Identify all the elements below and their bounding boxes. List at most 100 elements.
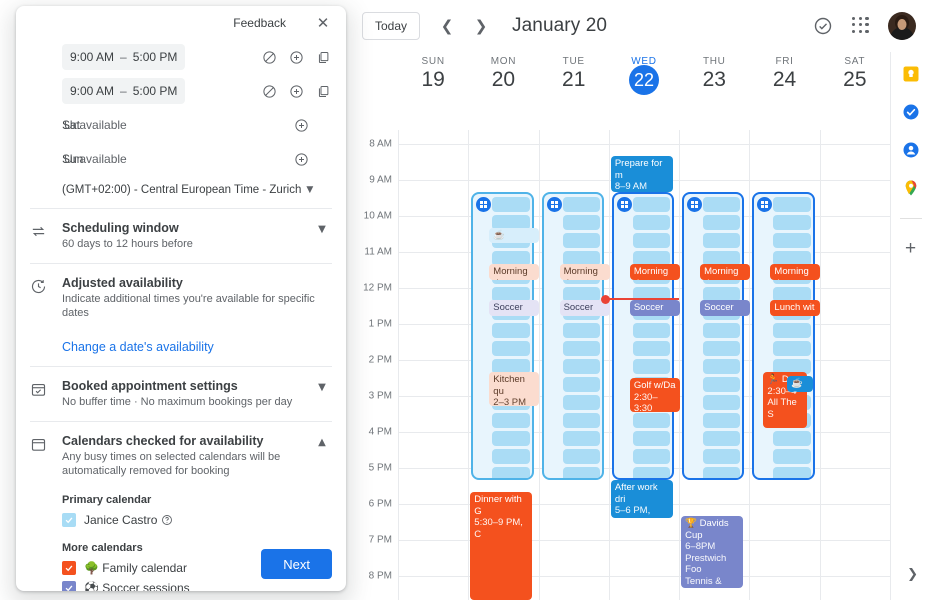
check-circle-icon[interactable]	[812, 15, 834, 37]
checkbox-primary-calendar[interactable]	[62, 513, 76, 527]
change-date-availability-link[interactable]: Change a date's availability	[16, 332, 346, 366]
appointment-slot[interactable]	[632, 449, 671, 464]
next-button[interactable]: Next	[261, 549, 332, 579]
calendar-item-soccer[interactable]: ⚽ Soccer sessions	[16, 578, 346, 591]
day-header[interactable]: MON 20	[468, 52, 538, 104]
today-button[interactable]: Today	[362, 11, 421, 40]
time-range-thu[interactable]: 9:00 AM – 5:00 PM	[62, 44, 186, 70]
appointment-slot[interactable]	[632, 467, 671, 478]
appointment-slot[interactable]	[703, 395, 741, 410]
calendar-event[interactable]: Prepare for m 8–9 AM	[610, 156, 673, 192]
appointment-slot[interactable]	[703, 431, 741, 446]
apps-grid-icon[interactable]	[852, 16, 870, 35]
appointment-slot[interactable]	[703, 323, 741, 338]
timezone-selector[interactable]: (GMT+02:00) - Central European Time - Zu…	[16, 176, 346, 208]
appointment-schedule-column[interactable]	[682, 192, 745, 480]
help-circle-icon[interactable]	[161, 514, 173, 526]
checkbox-family-calendar[interactable]	[62, 561, 76, 575]
appointment-schedule-column[interactable]	[611, 192, 675, 480]
keep-icon[interactable]	[901, 64, 921, 84]
tasks-icon[interactable]	[901, 102, 921, 122]
calendar-event[interactable]: Morning d	[629, 264, 680, 280]
appointment-slot[interactable]	[562, 467, 600, 478]
chevron-down-icon[interactable]: ▼	[312, 221, 332, 251]
calendar-event[interactable]: Morning d	[770, 264, 821, 280]
maps-icon[interactable]	[901, 178, 921, 198]
close-icon[interactable]: ✕	[310, 10, 336, 36]
calendar-event[interactable]: Soccer pra	[629, 300, 680, 316]
appointment-slot[interactable]	[773, 341, 811, 356]
appointment-slot[interactable]	[562, 359, 600, 374]
day-header[interactable]: TUE 21	[539, 52, 609, 104]
appointment-slot[interactable]	[632, 215, 671, 230]
end-time[interactable]: 5:00 PM	[133, 84, 178, 98]
appointment-slot[interactable]	[703, 449, 741, 464]
appointment-slot[interactable]	[562, 413, 600, 428]
appointment-slot[interactable]	[492, 341, 530, 356]
calendar-item-primary[interactable]: Janice Castro	[16, 510, 346, 530]
next-period-icon[interactable]: ❯	[468, 13, 494, 39]
appointment-slot[interactable]	[703, 413, 741, 428]
section-booked-appointment-settings[interactable]: Booked appointment settings No buffer ti…	[16, 367, 346, 421]
appointment-slot[interactable]	[632, 233, 671, 248]
calendar-event[interactable]: Morning d	[489, 264, 540, 280]
day-header[interactable]: SUN 19	[398, 52, 468, 104]
chevron-up-icon[interactable]: ▲	[312, 434, 332, 478]
appointment-slot[interactable]	[632, 359, 671, 374]
appointment-slot[interactable]	[703, 341, 741, 356]
previous-period-icon[interactable]: ❮	[434, 13, 460, 39]
appointment-slot[interactable]	[492, 413, 530, 428]
appointment-slot[interactable]	[492, 323, 530, 338]
appointment-slot[interactable]	[562, 341, 600, 356]
calendar-event[interactable]: Morning d	[559, 264, 610, 280]
start-time[interactable]: 9:00 AM	[70, 50, 114, 64]
appointment-slot[interactable]	[492, 197, 530, 212]
calendar-event[interactable]: ☕ Coffee	[489, 228, 540, 243]
copy-icon[interactable]	[315, 49, 332, 66]
calendar-event[interactable]: ☕ C	[787, 376, 814, 392]
appointment-slot[interactable]	[632, 341, 671, 356]
time-range-fri[interactable]: 9:00 AM – 5:00 PM	[62, 78, 186, 104]
appointment-schedule-column[interactable]	[752, 192, 815, 480]
appointment-slot[interactable]	[562, 197, 600, 212]
appointment-slot[interactable]	[703, 233, 741, 248]
appointment-slot[interactable]	[632, 323, 671, 338]
appointment-slot[interactable]	[632, 413, 671, 428]
calendar-event[interactable]: Kitchen qu 2–3 PM	[489, 372, 540, 406]
appointment-slot[interactable]	[703, 197, 741, 212]
section-scheduling-window[interactable]: Scheduling window 60 days to 12 hours be…	[16, 209, 346, 263]
avatar[interactable]	[888, 11, 916, 40]
appointment-slot[interactable]	[773, 431, 811, 446]
appointment-slot[interactable]	[773, 449, 811, 464]
grid-body[interactable]: Prepare for m8–9 AM ☕ Coffee Morning d Socc…	[398, 130, 890, 600]
contacts-icon[interactable]	[901, 140, 921, 160]
appointment-slot[interactable]	[773, 197, 811, 212]
day-header-today[interactable]: WED 22	[609, 52, 679, 104]
appointment-slot[interactable]	[492, 449, 530, 464]
calendar-event[interactable]: Soccer pra	[489, 300, 540, 316]
copy-icon[interactable]	[315, 83, 332, 100]
add-icon[interactable]	[288, 49, 305, 66]
appointment-slot[interactable]	[562, 377, 600, 392]
appointment-slot[interactable]	[703, 359, 741, 374]
appointment-slot[interactable]	[773, 323, 811, 338]
calendar-event[interactable]: Lunch wit	[770, 300, 821, 316]
start-time[interactable]: 9:00 AM	[70, 84, 114, 98]
appointment-slot[interactable]	[492, 431, 530, 446]
checkbox-soccer-sessions[interactable]	[62, 581, 76, 591]
block-icon[interactable]	[261, 83, 278, 100]
day-header[interactable]: SAT 25	[820, 52, 890, 104]
add-icon[interactable]	[293, 117, 310, 134]
calendar-event[interactable]: Golf w/Da 2:30–3:30	[629, 378, 680, 412]
appointment-slot[interactable]	[703, 215, 741, 230]
chevron-down-icon[interactable]: ▼	[306, 185, 313, 195]
appointment-slot[interactable]	[773, 233, 811, 248]
end-time[interactable]: 5:00 PM	[133, 50, 178, 64]
appointment-slot[interactable]	[632, 197, 671, 212]
block-icon[interactable]	[261, 49, 278, 66]
appointment-slot[interactable]	[562, 323, 600, 338]
appointment-slot[interactable]	[703, 467, 741, 478]
appointment-slot[interactable]	[773, 215, 811, 230]
calendar-event[interactable]: 🏆 Davids Cup6–8PMPrestwich FooTennis & B…	[681, 516, 744, 588]
appointment-slot[interactable]	[492, 467, 530, 478]
